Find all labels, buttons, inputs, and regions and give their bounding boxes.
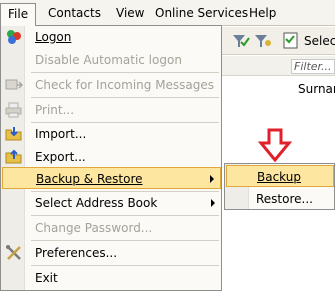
printer-icon (5, 102, 23, 118)
menu-item-select-address-book[interactable]: Select Address Book (2, 192, 221, 214)
submenu-item-label: Backup (257, 170, 301, 184)
column-header-surname[interactable]: Surnam (298, 82, 335, 96)
menu-item-label: Change Password... (35, 221, 153, 235)
menu-item-check-incoming-messages[interactable]: Check for Incoming Messages (2, 74, 221, 96)
submenu-arrow-icon (210, 175, 214, 183)
submenu-item-backup[interactable]: Backup (226, 165, 334, 187)
menu-item-logon[interactable]: Logon (2, 26, 221, 48)
submenu-arrow-icon (211, 199, 215, 207)
menu-separator (31, 97, 219, 98)
menu-item-export[interactable]: Export... (2, 146, 221, 168)
menu-item-label: Print... (35, 103, 75, 117)
menu-separator (31, 215, 219, 216)
select-all-icon[interactable] (281, 31, 301, 51)
menu-item-backup-restore[interactable]: Backup & Restore (2, 167, 221, 189)
menu-separator (31, 240, 219, 241)
menu-view[interactable]: View (109, 3, 151, 23)
menu-item-label: Preferences... (35, 246, 118, 260)
menu-item-label: Exit (35, 271, 58, 285)
submenu-item-label: Restore... (256, 192, 313, 206)
select-label[interactable]: Select (304, 34, 335, 48)
backup-restore-submenu: Backup Restore... (224, 163, 335, 210)
menu-item-label: Check for Incoming Messages (35, 78, 215, 92)
menu-separator (31, 72, 219, 73)
logon-icon (5, 29, 23, 45)
filter-check-icon[interactable] (231, 31, 251, 51)
file-menu-dropdown: Logon Disable Automatic logon Check for … (0, 25, 222, 291)
filter-input[interactable]: Filter... (291, 59, 335, 74)
export-folder-icon (5, 149, 23, 165)
menu-item-label: Export... (35, 150, 86, 164)
menu-item-print[interactable]: Print... (2, 99, 221, 121)
menu-item-import[interactable]: Import... (2, 123, 221, 145)
arrow-down-icon (257, 128, 293, 163)
menu-item-label: Import... (35, 127, 87, 141)
filter-key-icon[interactable] (253, 31, 273, 51)
check-messages-icon (5, 77, 24, 93)
menu-item-label: Backup & Restore (36, 172, 143, 186)
menu-separator (31, 265, 219, 266)
menu-contacts[interactable]: Contacts (41, 3, 108, 23)
menu-online-services[interactable]: Online Services (148, 3, 255, 23)
grid-header: Filter... (215, 56, 335, 76)
menu-item-exit[interactable]: Exit (2, 267, 221, 289)
toolbar: Select (215, 27, 335, 55)
menu-item-change-password[interactable]: Change Password... (2, 217, 221, 239)
menu-item-label: Disable Automatic logon (35, 53, 182, 67)
menu-item-label: Logon (35, 30, 72, 44)
menu-bar: File Contacts View Online Services Help (0, 0, 335, 26)
menu-item-preferences[interactable]: Preferences... (2, 242, 221, 264)
submenu-item-restore[interactable]: Restore... (226, 188, 334, 210)
menu-item-disable-automatic-logon[interactable]: Disable Automatic logon (2, 49, 221, 71)
menu-file[interactable]: File (0, 3, 37, 26)
menu-item-label: Select Address Book (35, 196, 158, 210)
menu-help[interactable]: Help (242, 3, 283, 23)
import-folder-icon (5, 126, 23, 142)
tools-icon (5, 245, 23, 261)
